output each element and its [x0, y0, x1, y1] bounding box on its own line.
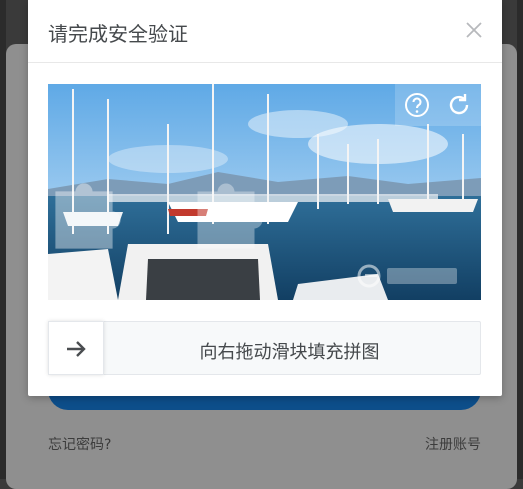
background-edge-right [517, 0, 523, 479]
refresh-icon[interactable] [445, 91, 473, 119]
register-link[interactable]: 注册账号 [425, 434, 481, 454]
arrow-right-icon [67, 341, 86, 357]
dialog-header: 请完成安全验证 [28, 0, 502, 63]
slider-handle[interactable] [48, 321, 104, 375]
image-toolbar [395, 84, 481, 126]
puzzle-captcha-image [48, 84, 481, 300]
close-icon[interactable] [464, 20, 484, 40]
security-verification-dialog: 请完成安全验证 向右拖动滑块填充拼图 [28, 0, 502, 396]
forgot-password-link[interactable]: 忘记密码? [48, 434, 111, 454]
dialog-title: 请完成安全验证 [48, 22, 188, 46]
slider-track: 向右拖动滑块填充拼图 [48, 321, 481, 375]
question-circle-icon[interactable] [403, 91, 431, 119]
brand-logo [357, 264, 457, 288]
slider-tip: 向右拖动滑块填充拼图 [199, 342, 380, 363]
